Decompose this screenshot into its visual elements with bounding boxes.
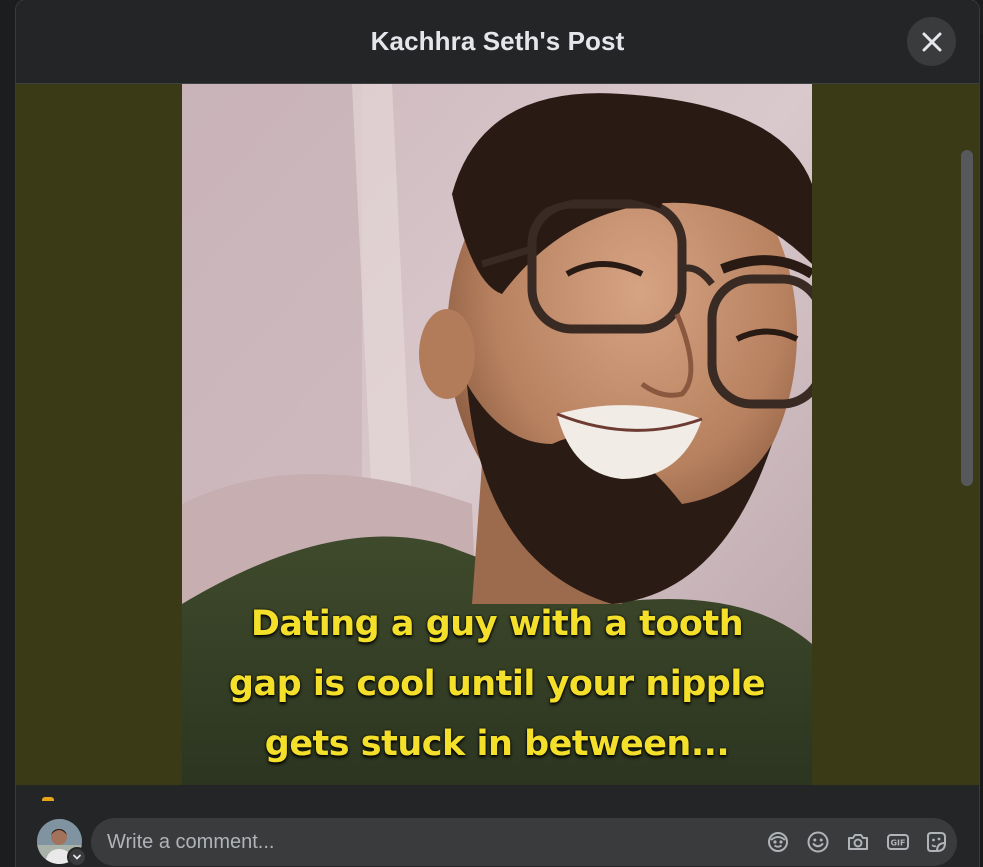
caption-line: Dating a guy with a tooth [250, 604, 744, 644]
camera-icon [848, 834, 868, 850]
caption-line: gets stuck in between... [264, 724, 730, 764]
chevron-down-icon [73, 854, 81, 860]
scrollbar-thumb[interactable] [961, 150, 973, 486]
sticker-icon [927, 832, 946, 852]
emoji-button[interactable] [806, 830, 830, 854]
caption-line: gap is cool until your nipple [228, 664, 766, 704]
comment-composer: GIF [16, 785, 979, 867]
close-icon [922, 32, 941, 51]
page-backdrop-left [0, 0, 16, 867]
emoji-icon [807, 831, 829, 853]
account-switcher-button[interactable] [67, 847, 87, 867]
close-button[interactable] [907, 17, 956, 66]
dialog-title: Kachhra Seth's Post [370, 26, 625, 56]
avatar-sticker-button[interactable] [766, 830, 790, 854]
comment-input[interactable] [107, 818, 747, 866]
gif-label: GIF [890, 839, 905, 848]
dialog-header: Kachhra Seth's Post [16, 0, 979, 84]
comment-box: GIF [91, 818, 957, 866]
post-caption: Dating a guy with a tooth gap is cool un… [182, 594, 812, 774]
post-photo[interactable]: Dating a guy with a tooth gap is cool un… [182, 84, 812, 785]
sticker-button[interactable] [924, 830, 948, 854]
gif-icon: GIF [887, 834, 909, 850]
post-dialog: Kachhra Seth's Post Dating a guy with a … [16, 0, 979, 867]
post-media-area: Dating a guy with a tooth gap is cool un… [16, 84, 979, 785]
avatar-sticker-icon [768, 832, 788, 852]
reaction-indicator [42, 797, 54, 801]
gif-button[interactable]: GIF [886, 830, 910, 854]
photo-button[interactable] [846, 830, 870, 854]
